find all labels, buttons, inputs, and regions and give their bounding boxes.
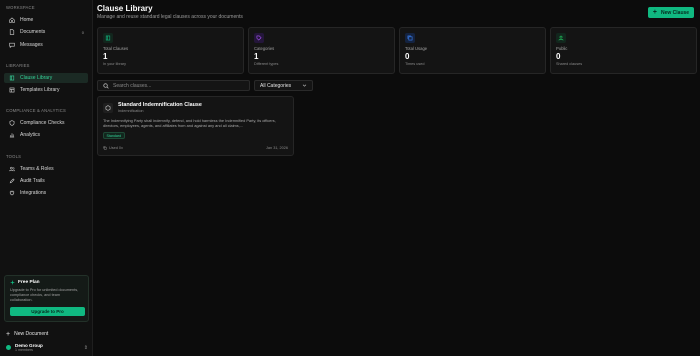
stat-value: 0 (556, 52, 561, 61)
plus-icon: + (652, 9, 657, 16)
copy-icon (405, 33, 415, 43)
sparkle-icon (10, 280, 15, 285)
sidebar-item-compliance-checks[interactable]: Compliance Checks (4, 118, 88, 128)
page-subtitle: Manage and reuse standard legal clauses … (97, 14, 243, 20)
clause-type-icon (103, 102, 113, 113)
clause-excerpt: The Indemnifying Party shall indemnify, … (103, 118, 276, 128)
stat-value: 1 (254, 52, 259, 61)
sidebar-item-teams-roles[interactable]: Teams & Roles (4, 164, 88, 174)
sidebar-item-label: Clause Library (20, 75, 53, 81)
plug-icon (9, 190, 15, 196)
sidebar-item-label: Compliance Checks (20, 120, 65, 126)
bar-chart-icon (9, 132, 15, 138)
stat-note: In your library (103, 62, 127, 66)
clause-usage-row: Used 0x (103, 146, 123, 150)
category-filter-select[interactable]: All Categories (254, 80, 313, 91)
sidebar-item-templates-library[interactable]: Templates Library (4, 85, 88, 95)
stat-value: 1 (103, 52, 108, 61)
sidebar-item-integrations[interactable]: Integrations (4, 188, 88, 198)
section-label-workspace: WORKSPACE (6, 5, 35, 10)
new-document-label: New Document (14, 331, 49, 337)
users-icon (556, 33, 566, 43)
sidebar-item-label: Messages (20, 42, 43, 48)
search-box[interactable] (97, 80, 250, 91)
stat-note: Different types (254, 62, 279, 66)
clause-footer: Used 0x Jan 31, 2026 (103, 146, 288, 150)
sidebar-item-label: Teams & Roles (20, 166, 54, 172)
section-label-compliance: COMPLIANCE & ANALYTICS (6, 108, 66, 113)
document-icon (9, 29, 15, 35)
book-icon (9, 75, 15, 81)
stat-label: Public (556, 46, 568, 51)
org-switcher[interactable]: Demo Group 1 members ⇕ (6, 342, 88, 353)
stat-card-categories: Categories 1 Different types (248, 27, 395, 74)
documents-count-badge: 0 (81, 29, 84, 35)
clause-date: Jan 31, 2026 (266, 146, 288, 150)
stat-card-public: Public 0 Shared clauses (550, 27, 697, 74)
sidebar-item-audit-trails[interactable]: Audit Trails (4, 176, 88, 186)
sidebar-item-clause-library[interactable]: Clause Library (4, 73, 88, 83)
home-icon (9, 17, 15, 23)
sidebar-item-label: Templates Library (20, 87, 60, 93)
stat-card-total-clauses: Total Clauses 1 In your library (97, 27, 244, 74)
sidebar-item-documents[interactable]: Documents 0 (4, 27, 88, 37)
main-content: Clause Library Manage and reuse standard… (93, 0, 700, 356)
sidebar-item-home[interactable]: Home (4, 15, 88, 25)
upgrade-promo-card: Free Plan Upgrade to Pro for unlimited d… (4, 275, 89, 322)
stat-label: Total Clauses (103, 46, 129, 51)
clause-tag: Standard (103, 132, 125, 139)
pen-icon (9, 178, 15, 184)
sidebar: WORKSPACE Home Documents 0 Messages LIBR… (0, 0, 93, 356)
category-filter-value: All Categories (260, 82, 292, 89)
sidebar-item-label: Analytics (20, 132, 41, 138)
sidebar-item-analytics[interactable]: Analytics (4, 130, 88, 140)
org-avatar (6, 345, 11, 350)
copy-icon (103, 146, 107, 150)
message-icon (9, 42, 15, 48)
sidebar-item-label: Integrations (20, 190, 47, 196)
stat-note: Times used (405, 62, 425, 66)
stat-card-total-usage: Total Usage 0 Times used (399, 27, 546, 74)
clause-card[interactable]: Standard Indemnification Clause Indemnif… (97, 96, 294, 156)
stat-value: 0 (405, 52, 410, 61)
stat-label: Categories (254, 46, 275, 51)
clause-usage: Used 0x (109, 146, 123, 150)
stat-label: Total Usage (405, 46, 428, 51)
chevron-updown-icon: ⇕ (83, 344, 88, 351)
promo-text: Upgrade to Pro for unlimited documents, … (10, 288, 79, 302)
org-members: 1 members (15, 348, 33, 352)
sidebar-item-messages[interactable]: Messages (4, 40, 88, 50)
page-title: Clause Library (97, 4, 153, 13)
users-icon (9, 166, 15, 172)
new-clause-button[interactable]: + New Clause (648, 7, 694, 18)
shield-icon (9, 120, 15, 126)
chevron-down-icon (302, 84, 307, 87)
template-icon (9, 87, 15, 93)
sidebar-item-label: Documents (20, 29, 46, 35)
stat-note: Shared clauses (556, 62, 583, 66)
clause-title: Standard Indemnification Clause (118, 102, 202, 108)
plus-icon: + (6, 330, 11, 338)
sidebar-item-label: Home (20, 17, 34, 23)
book-icon (103, 33, 113, 43)
new-document-button[interactable]: + New Document (6, 330, 49, 338)
clause-category: Indemnification (118, 109, 144, 113)
upgrade-button[interactable]: Upgrade to Pro (10, 307, 85, 316)
search-input[interactable] (113, 82, 243, 89)
sidebar-item-label: Audit Trails (20, 178, 45, 184)
section-label-tools: TOOLS (6, 154, 22, 159)
new-clause-label: New Clause (661, 9, 690, 16)
promo-title-row: Free Plan (10, 280, 83, 285)
tag-icon (254, 33, 264, 43)
section-label-libraries: LIBRARIES (6, 63, 30, 68)
search-icon (103, 82, 109, 89)
promo-title: Free Plan (18, 280, 40, 285)
